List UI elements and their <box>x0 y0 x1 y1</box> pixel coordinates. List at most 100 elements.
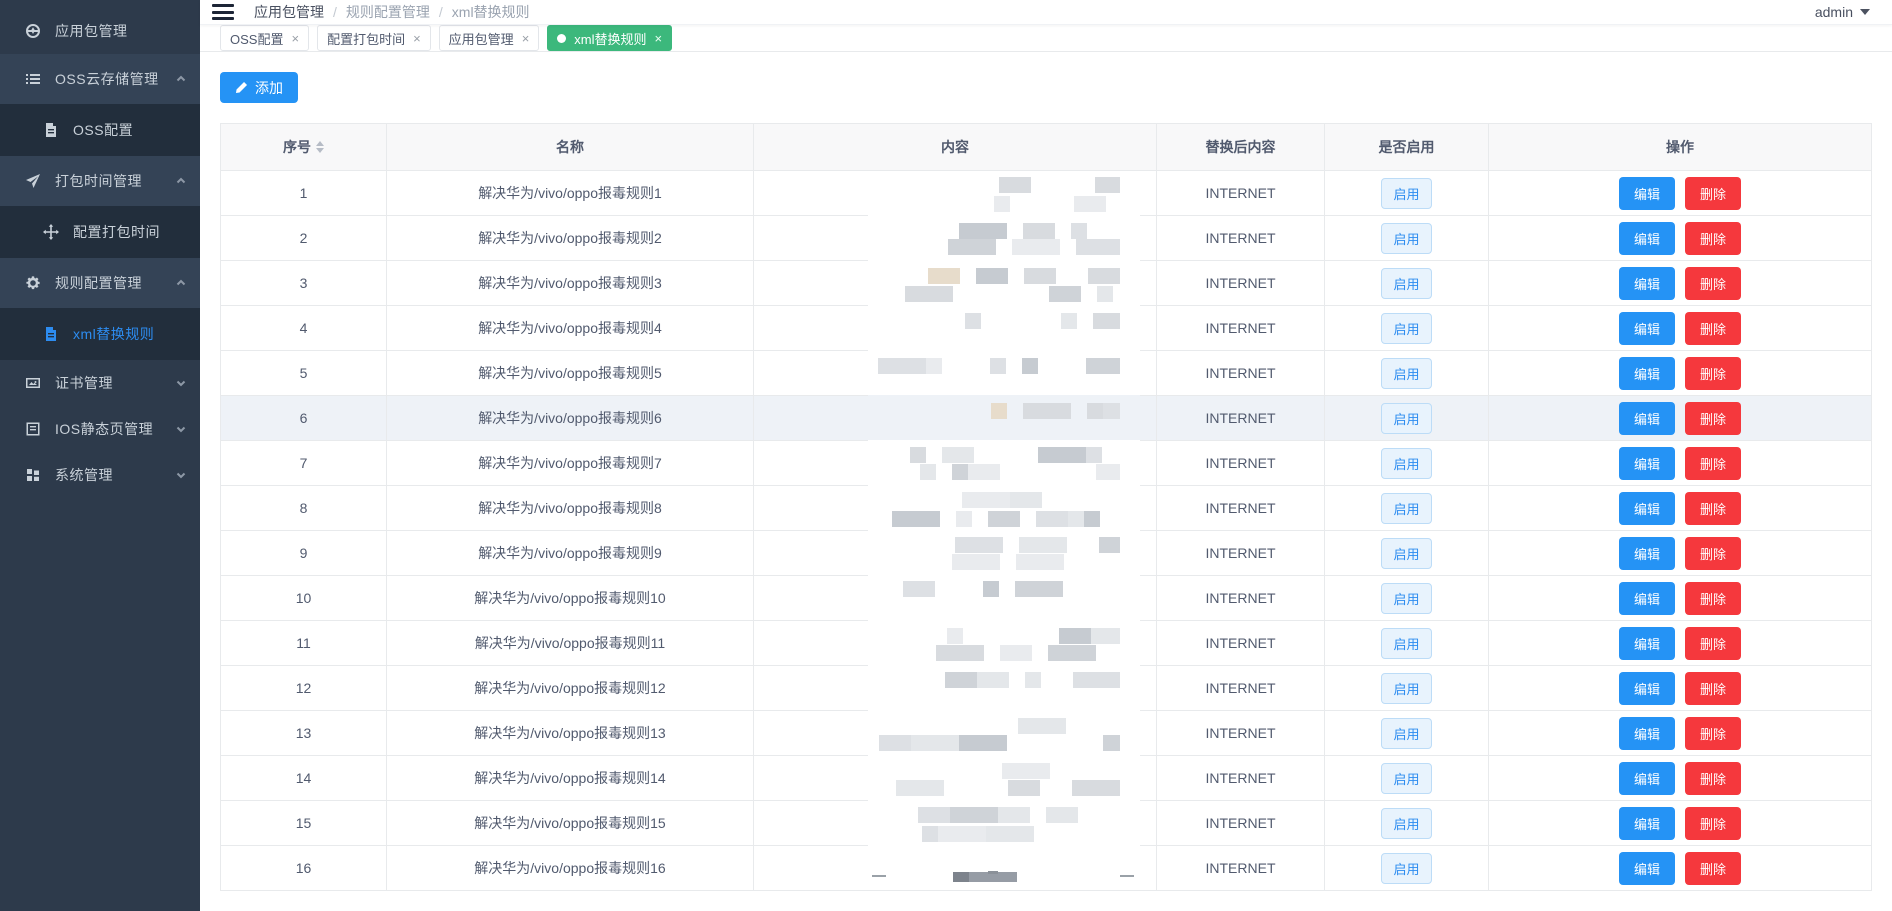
close-icon[interactable]: × <box>522 32 530 45</box>
cell-replaced-content: INTERNET <box>1157 576 1325 621</box>
enabled-badge[interactable]: 启用 <box>1381 718 1431 749</box>
enabled-badge[interactable]: 启用 <box>1381 313 1431 344</box>
close-icon[interactable]: × <box>413 32 421 45</box>
sidebar-item-pack-time-group[interactable]: 打包时间管理 <box>0 156 200 206</box>
browser-icon <box>24 421 41 438</box>
delete-button[interactable]: 删除 <box>1685 402 1741 435</box>
delete-button[interactable]: 删除 <box>1685 762 1741 795</box>
edit-button[interactable]: 编辑 <box>1619 222 1675 255</box>
cell-replaced-content: INTERNET <box>1157 846 1325 891</box>
edit-button[interactable]: 编辑 <box>1619 537 1675 570</box>
enabled-badge[interactable]: 启用 <box>1381 853 1431 884</box>
add-button[interactable]: 添加 <box>220 72 298 103</box>
sidebar-item-label: IOS静态页管理 <box>55 419 176 439</box>
edit-button[interactable]: 编辑 <box>1619 447 1675 480</box>
sidebar-item-label: 证书管理 <box>55 373 176 393</box>
sidebar-item-pack-time-config[interactable]: 配置打包时间 <box>0 206 200 258</box>
delete-button[interactable]: 删除 <box>1685 717 1741 750</box>
table-row: 16解决华为/vivo/oppo报毒规则16INTERNET启用编辑删除 <box>221 846 1872 891</box>
breadcrumb-item[interactable]: 应用包管理 <box>254 2 324 22</box>
edit-button[interactable]: 编辑 <box>1619 267 1675 300</box>
sidebar-item-rule-group[interactable]: 规则配置管理 <box>0 258 200 308</box>
edit-button[interactable]: 编辑 <box>1619 492 1675 525</box>
edit-button[interactable]: 编辑 <box>1619 672 1675 705</box>
hamburger-menu-icon[interactable] <box>212 4 234 20</box>
enabled-badge[interactable]: 启用 <box>1381 538 1431 569</box>
delete-button[interactable]: 删除 <box>1685 312 1741 345</box>
sidebar-item-cert-group[interactable]: 证书管理 <box>0 360 200 406</box>
edit-button[interactable]: 编辑 <box>1619 402 1675 435</box>
tab-OSS配置[interactable]: OSS配置× <box>220 25 309 51</box>
delete-button[interactable]: 删除 <box>1685 852 1741 885</box>
delete-button[interactable]: 删除 <box>1685 177 1741 210</box>
edit-button[interactable]: 编辑 <box>1619 852 1675 885</box>
cell-enabled: 启用 <box>1325 666 1489 711</box>
cell-content-censored <box>754 801 1157 846</box>
delete-button[interactable]: 删除 <box>1685 222 1741 255</box>
edit-button[interactable]: 编辑 <box>1619 762 1675 795</box>
send-icon <box>24 173 41 190</box>
enabled-badge[interactable]: 启用 <box>1381 808 1431 839</box>
enabled-badge[interactable]: 启用 <box>1381 223 1431 254</box>
delete-button[interactable]: 删除 <box>1685 357 1741 390</box>
enabled-badge[interactable]: 启用 <box>1381 178 1431 209</box>
delete-button[interactable]: 删除 <box>1685 267 1741 300</box>
user-dropdown[interactable]: admin <box>1815 4 1870 20</box>
enabled-badge[interactable]: 启用 <box>1381 763 1431 794</box>
sidebar-item-xml-rule[interactable]: xml替换规则 <box>0 308 200 360</box>
delete-button[interactable]: 删除 <box>1685 447 1741 480</box>
cell-replaced-content: INTERNET <box>1157 666 1325 711</box>
sidebar-item-oss-group[interactable]: OSS云存储管理 <box>0 54 200 104</box>
cell-content-censored <box>754 666 1157 711</box>
enabled-badge[interactable]: 启用 <box>1381 583 1431 614</box>
enabled-badge[interactable]: 启用 <box>1381 268 1431 299</box>
sidebar-item-ios-static-group[interactable]: IOS静态页管理 <box>0 406 200 452</box>
cell-actions: 编辑删除 <box>1489 711 1872 756</box>
enabled-badge[interactable]: 启用 <box>1381 628 1431 659</box>
enabled-badge[interactable]: 启用 <box>1381 673 1431 704</box>
delete-button[interactable]: 删除 <box>1685 492 1741 525</box>
column-header-label: 名称 <box>556 137 584 157</box>
delete-button[interactable]: 删除 <box>1685 807 1741 840</box>
edit-button[interactable]: 编辑 <box>1619 717 1675 750</box>
sort-icon[interactable] <box>316 141 324 153</box>
sidebar-item-system-group[interactable]: 系统管理 <box>0 452 200 498</box>
close-icon[interactable]: × <box>291 32 299 45</box>
column-header-名称: 名称 <box>387 124 754 171</box>
cell-replaced-content: INTERNET <box>1157 801 1325 846</box>
close-icon[interactable]: × <box>655 32 663 45</box>
edit-button[interactable]: 编辑 <box>1619 357 1675 390</box>
table-row: 5解决华为/vivo/oppo报毒规则5INTERNET启用编辑删除 <box>221 351 1872 396</box>
breadcrumb-item[interactable]: 规则配置管理 <box>346 2 430 22</box>
sidebar-item-app-package[interactable]: 应用包管理 <box>0 8 200 54</box>
column-header-label: 替换后内容 <box>1206 137 1276 157</box>
cell-actions: 编辑删除 <box>1489 216 1872 261</box>
delete-button[interactable]: 删除 <box>1685 672 1741 705</box>
sidebar-item-oss-config[interactable]: OSS配置 <box>0 104 200 156</box>
tab-配置打包时间[interactable]: 配置打包时间× <box>317 25 431 51</box>
delete-button[interactable]: 删除 <box>1685 537 1741 570</box>
cell-actions: 编辑删除 <box>1489 441 1872 486</box>
delete-button[interactable]: 删除 <box>1685 582 1741 615</box>
enabled-badge[interactable]: 启用 <box>1381 358 1431 389</box>
cell-enabled: 启用 <box>1325 756 1489 801</box>
enabled-badge[interactable]: 启用 <box>1381 448 1431 479</box>
cell-index: 12 <box>221 666 387 711</box>
edit-button[interactable]: 编辑 <box>1619 807 1675 840</box>
enabled-badge[interactable]: 启用 <box>1381 493 1431 524</box>
cell-actions: 编辑删除 <box>1489 846 1872 891</box>
breadcrumb-item[interactable]: xml替换规则 <box>452 2 530 22</box>
tab-应用包管理[interactable]: 应用包管理× <box>439 25 540 51</box>
edit-button[interactable]: 编辑 <box>1619 312 1675 345</box>
sidebar-item-label: OSS云存储管理 <box>55 69 176 89</box>
edit-button[interactable]: 编辑 <box>1619 582 1675 615</box>
cell-enabled: 启用 <box>1325 576 1489 621</box>
tab-xml替换规则[interactable]: xml替换规则× <box>547 25 672 51</box>
delete-button[interactable]: 删除 <box>1685 627 1741 660</box>
enabled-badge[interactable]: 启用 <box>1381 403 1431 434</box>
main-area: 应用包管理/规则配置管理/xml替换规则 admin OSS配置×配置打包时间×… <box>200 0 1892 911</box>
cell-rule-name: 解决华为/vivo/oppo报毒规则7 <box>387 441 754 486</box>
edit-button[interactable]: 编辑 <box>1619 627 1675 660</box>
edit-button[interactable]: 编辑 <box>1619 177 1675 210</box>
cell-rule-name: 解决华为/vivo/oppo报毒规则2 <box>387 216 754 261</box>
